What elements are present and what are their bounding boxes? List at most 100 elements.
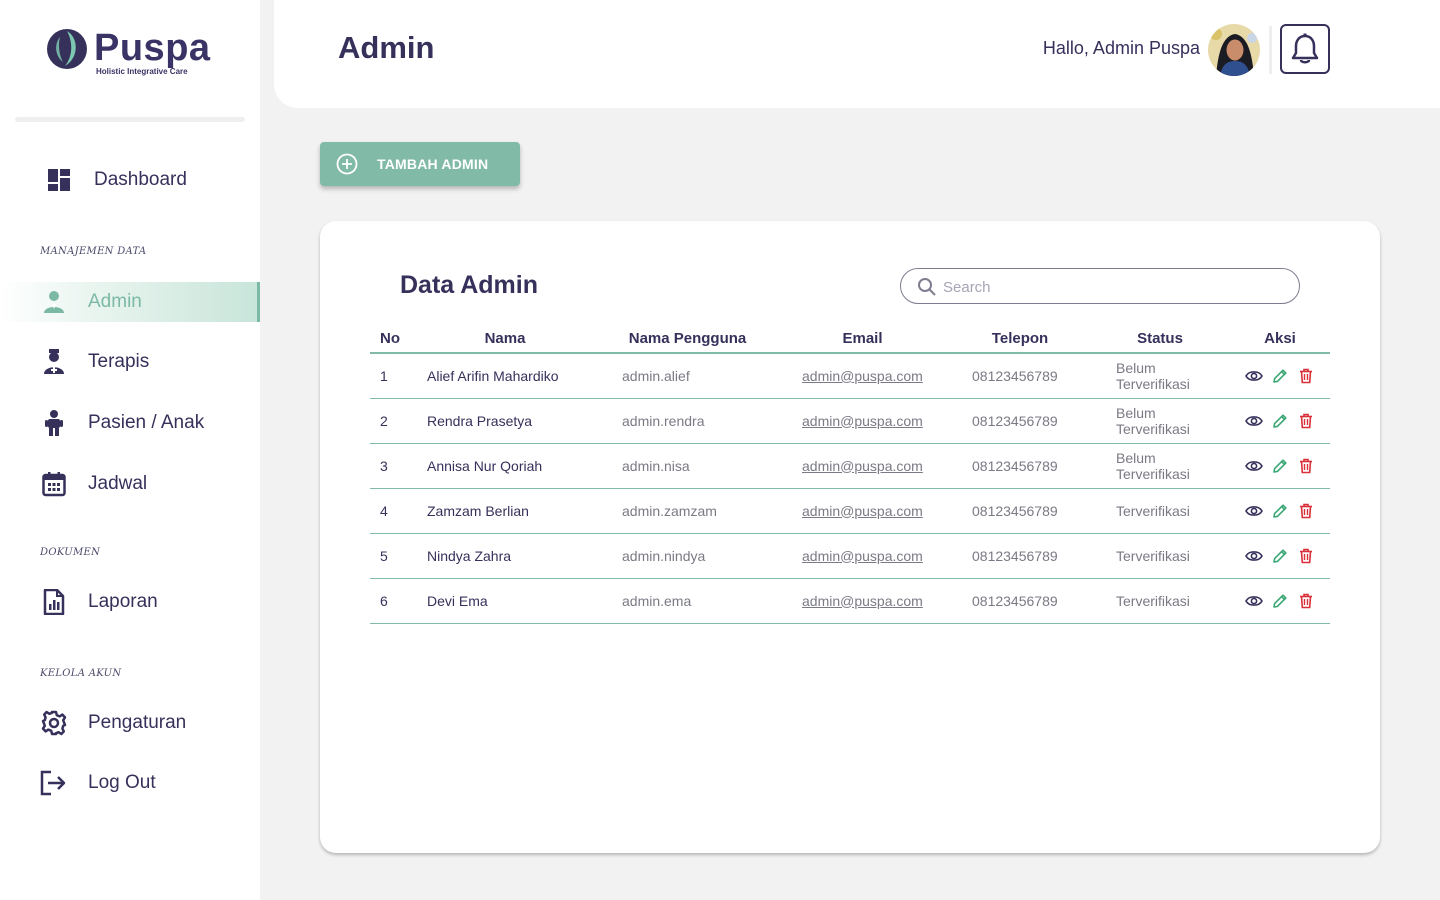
cell-name: Devi Ema xyxy=(410,578,600,624)
email-link[interactable]: admin@puspa.com xyxy=(802,503,923,519)
section-label-kelola-akun: KELOLA AKUN xyxy=(40,668,122,679)
email-link[interactable]: admin@puspa.com xyxy=(802,413,923,429)
search-box[interactable] xyxy=(900,268,1300,304)
col-header-email: Email xyxy=(775,321,950,354)
cell-email: admin@puspa.com xyxy=(775,578,950,624)
cell-name: Annisa Nur Qoriah xyxy=(410,443,600,489)
cell-no: 6 xyxy=(370,578,410,624)
email-link[interactable]: admin@puspa.com xyxy=(802,368,923,384)
search-icon xyxy=(918,278,936,296)
sidebar-item-label: Terapis xyxy=(88,351,150,372)
sidebar-item-label: Log Out xyxy=(88,772,156,793)
header-separator xyxy=(1269,26,1272,74)
view-icon[interactable] xyxy=(1244,546,1264,566)
cell-username: admin.nindya xyxy=(600,533,775,579)
view-icon[interactable] xyxy=(1244,456,1264,476)
cell-actions xyxy=(1230,533,1330,579)
edit-icon[interactable] xyxy=(1270,366,1290,386)
cell-name: Nindya Zahra xyxy=(410,533,600,579)
sidebar-item-label: Laporan xyxy=(88,591,158,612)
edit-icon[interactable] xyxy=(1270,546,1290,566)
cell-username: admin.nisa xyxy=(600,443,775,489)
dashboard-icon xyxy=(45,166,73,194)
top-header: Admin Hallo, Admin Puspa xyxy=(274,0,1440,108)
sidebar: Puspa Holistic Integrative Care Dashboar… xyxy=(0,0,260,900)
cell-name: Alief Arifin Mahardiko xyxy=(410,353,600,399)
email-link[interactable]: admin@puspa.com xyxy=(802,548,923,564)
section-label-dokumen: DOKUMEN xyxy=(40,547,101,558)
col-header-no: No xyxy=(370,321,410,354)
sidebar-item-pengaturan[interactable]: Pengaturan xyxy=(0,703,260,743)
cell-actions xyxy=(1230,353,1330,399)
cell-username: admin.alief xyxy=(600,353,775,399)
email-link[interactable]: admin@puspa.com xyxy=(802,458,923,474)
brand-logo[interactable]: Puspa Holistic Integrative Care xyxy=(46,28,211,76)
cell-username: admin.rendra xyxy=(600,398,775,444)
col-header-nama-pengguna: Nama Pengguna xyxy=(600,321,775,354)
delete-icon[interactable] xyxy=(1296,591,1316,611)
table-row: 6 Devi Ema admin.ema admin@puspa.com 0812345… xyxy=(370,578,1330,624)
table-row: 4 Zamzam Berlian admin.zamzam admin@puspa.c… xyxy=(370,488,1330,534)
delete-icon[interactable] xyxy=(1296,501,1316,521)
search-input[interactable] xyxy=(943,275,1283,299)
cell-no: 4 xyxy=(370,488,410,534)
delete-icon[interactable] xyxy=(1296,456,1316,476)
cell-username: admin.zamzam xyxy=(600,488,775,534)
cell-email: admin@puspa.com xyxy=(775,533,950,579)
col-header-nama: Nama xyxy=(410,321,600,354)
delete-icon[interactable] xyxy=(1296,546,1316,566)
view-icon[interactable] xyxy=(1244,411,1264,431)
email-link[interactable]: admin@puspa.com xyxy=(802,593,923,609)
delete-icon[interactable] xyxy=(1296,411,1316,431)
view-icon[interactable] xyxy=(1244,591,1264,611)
cell-actions xyxy=(1230,443,1330,489)
sidebar-item-pasien[interactable]: Pasien / Anak xyxy=(0,403,260,443)
delete-icon[interactable] xyxy=(1296,366,1316,386)
cell-name: Rendra Prasetya xyxy=(410,398,600,444)
cell-name: Zamzam Berlian xyxy=(410,488,600,534)
cell-actions xyxy=(1230,488,1330,534)
sidebar-divider xyxy=(15,117,245,122)
admin-icon xyxy=(40,288,68,316)
sidebar-item-laporan[interactable]: Laporan xyxy=(0,582,260,622)
edit-icon[interactable] xyxy=(1270,411,1290,431)
cell-actions xyxy=(1230,578,1330,624)
calendar-icon xyxy=(40,470,68,498)
add-admin-button[interactable]: TAMBAH ADMIN xyxy=(320,142,520,186)
greeting-text: Hallo, Admin Puspa xyxy=(1042,38,1200,58)
sidebar-item-admin[interactable]: Admin xyxy=(0,282,260,322)
view-icon[interactable] xyxy=(1244,366,1264,386)
bell-icon xyxy=(1291,33,1319,64)
sidebar-item-logout[interactable]: Log Out xyxy=(0,763,260,803)
cell-phone: 08123456789 xyxy=(950,398,1090,444)
table-row: 2 Rendra Prasetya admin.rendra admin@puspa.… xyxy=(370,398,1330,444)
sidebar-item-terapis[interactable]: Terapis xyxy=(0,342,260,382)
add-admin-label: TAMBAH ADMIN xyxy=(377,156,489,172)
gear-icon xyxy=(40,709,68,737)
sidebar-item-label: Admin xyxy=(88,291,142,312)
edit-icon[interactable] xyxy=(1270,501,1290,521)
view-icon[interactable] xyxy=(1244,501,1264,521)
cell-email: admin@puspa.com xyxy=(775,353,950,399)
edit-icon[interactable] xyxy=(1270,456,1290,476)
plus-circle-icon xyxy=(336,153,358,175)
cell-status: Terverifikasi xyxy=(1090,488,1230,534)
cell-status: Terverifikasi xyxy=(1090,533,1230,579)
cell-email: admin@puspa.com xyxy=(775,488,950,534)
cell-no: 5 xyxy=(370,533,410,579)
avatar[interactable] xyxy=(1208,24,1260,76)
edit-icon[interactable] xyxy=(1270,591,1290,611)
cell-phone: 08123456789 xyxy=(950,353,1090,399)
notification-button[interactable] xyxy=(1280,24,1330,74)
cell-status: Belum Terverifikasi xyxy=(1090,353,1230,399)
sidebar-item-jadwal[interactable]: Jadwal xyxy=(0,464,260,504)
cell-phone: 08123456789 xyxy=(950,533,1090,579)
sidebar-item-dashboard[interactable]: Dashboard xyxy=(0,160,260,200)
page-title: Admin xyxy=(338,30,435,65)
cell-phone: 08123456789 xyxy=(950,578,1090,624)
therapist-icon xyxy=(40,348,68,376)
table-row: 3 Annisa Nur Qoriah admin.nisa admin@puspa.… xyxy=(370,443,1330,489)
logout-icon xyxy=(40,769,68,797)
section-label-manajemen: MANAJEMEN DATA xyxy=(40,246,147,257)
cell-phone: 08123456789 xyxy=(950,488,1090,534)
